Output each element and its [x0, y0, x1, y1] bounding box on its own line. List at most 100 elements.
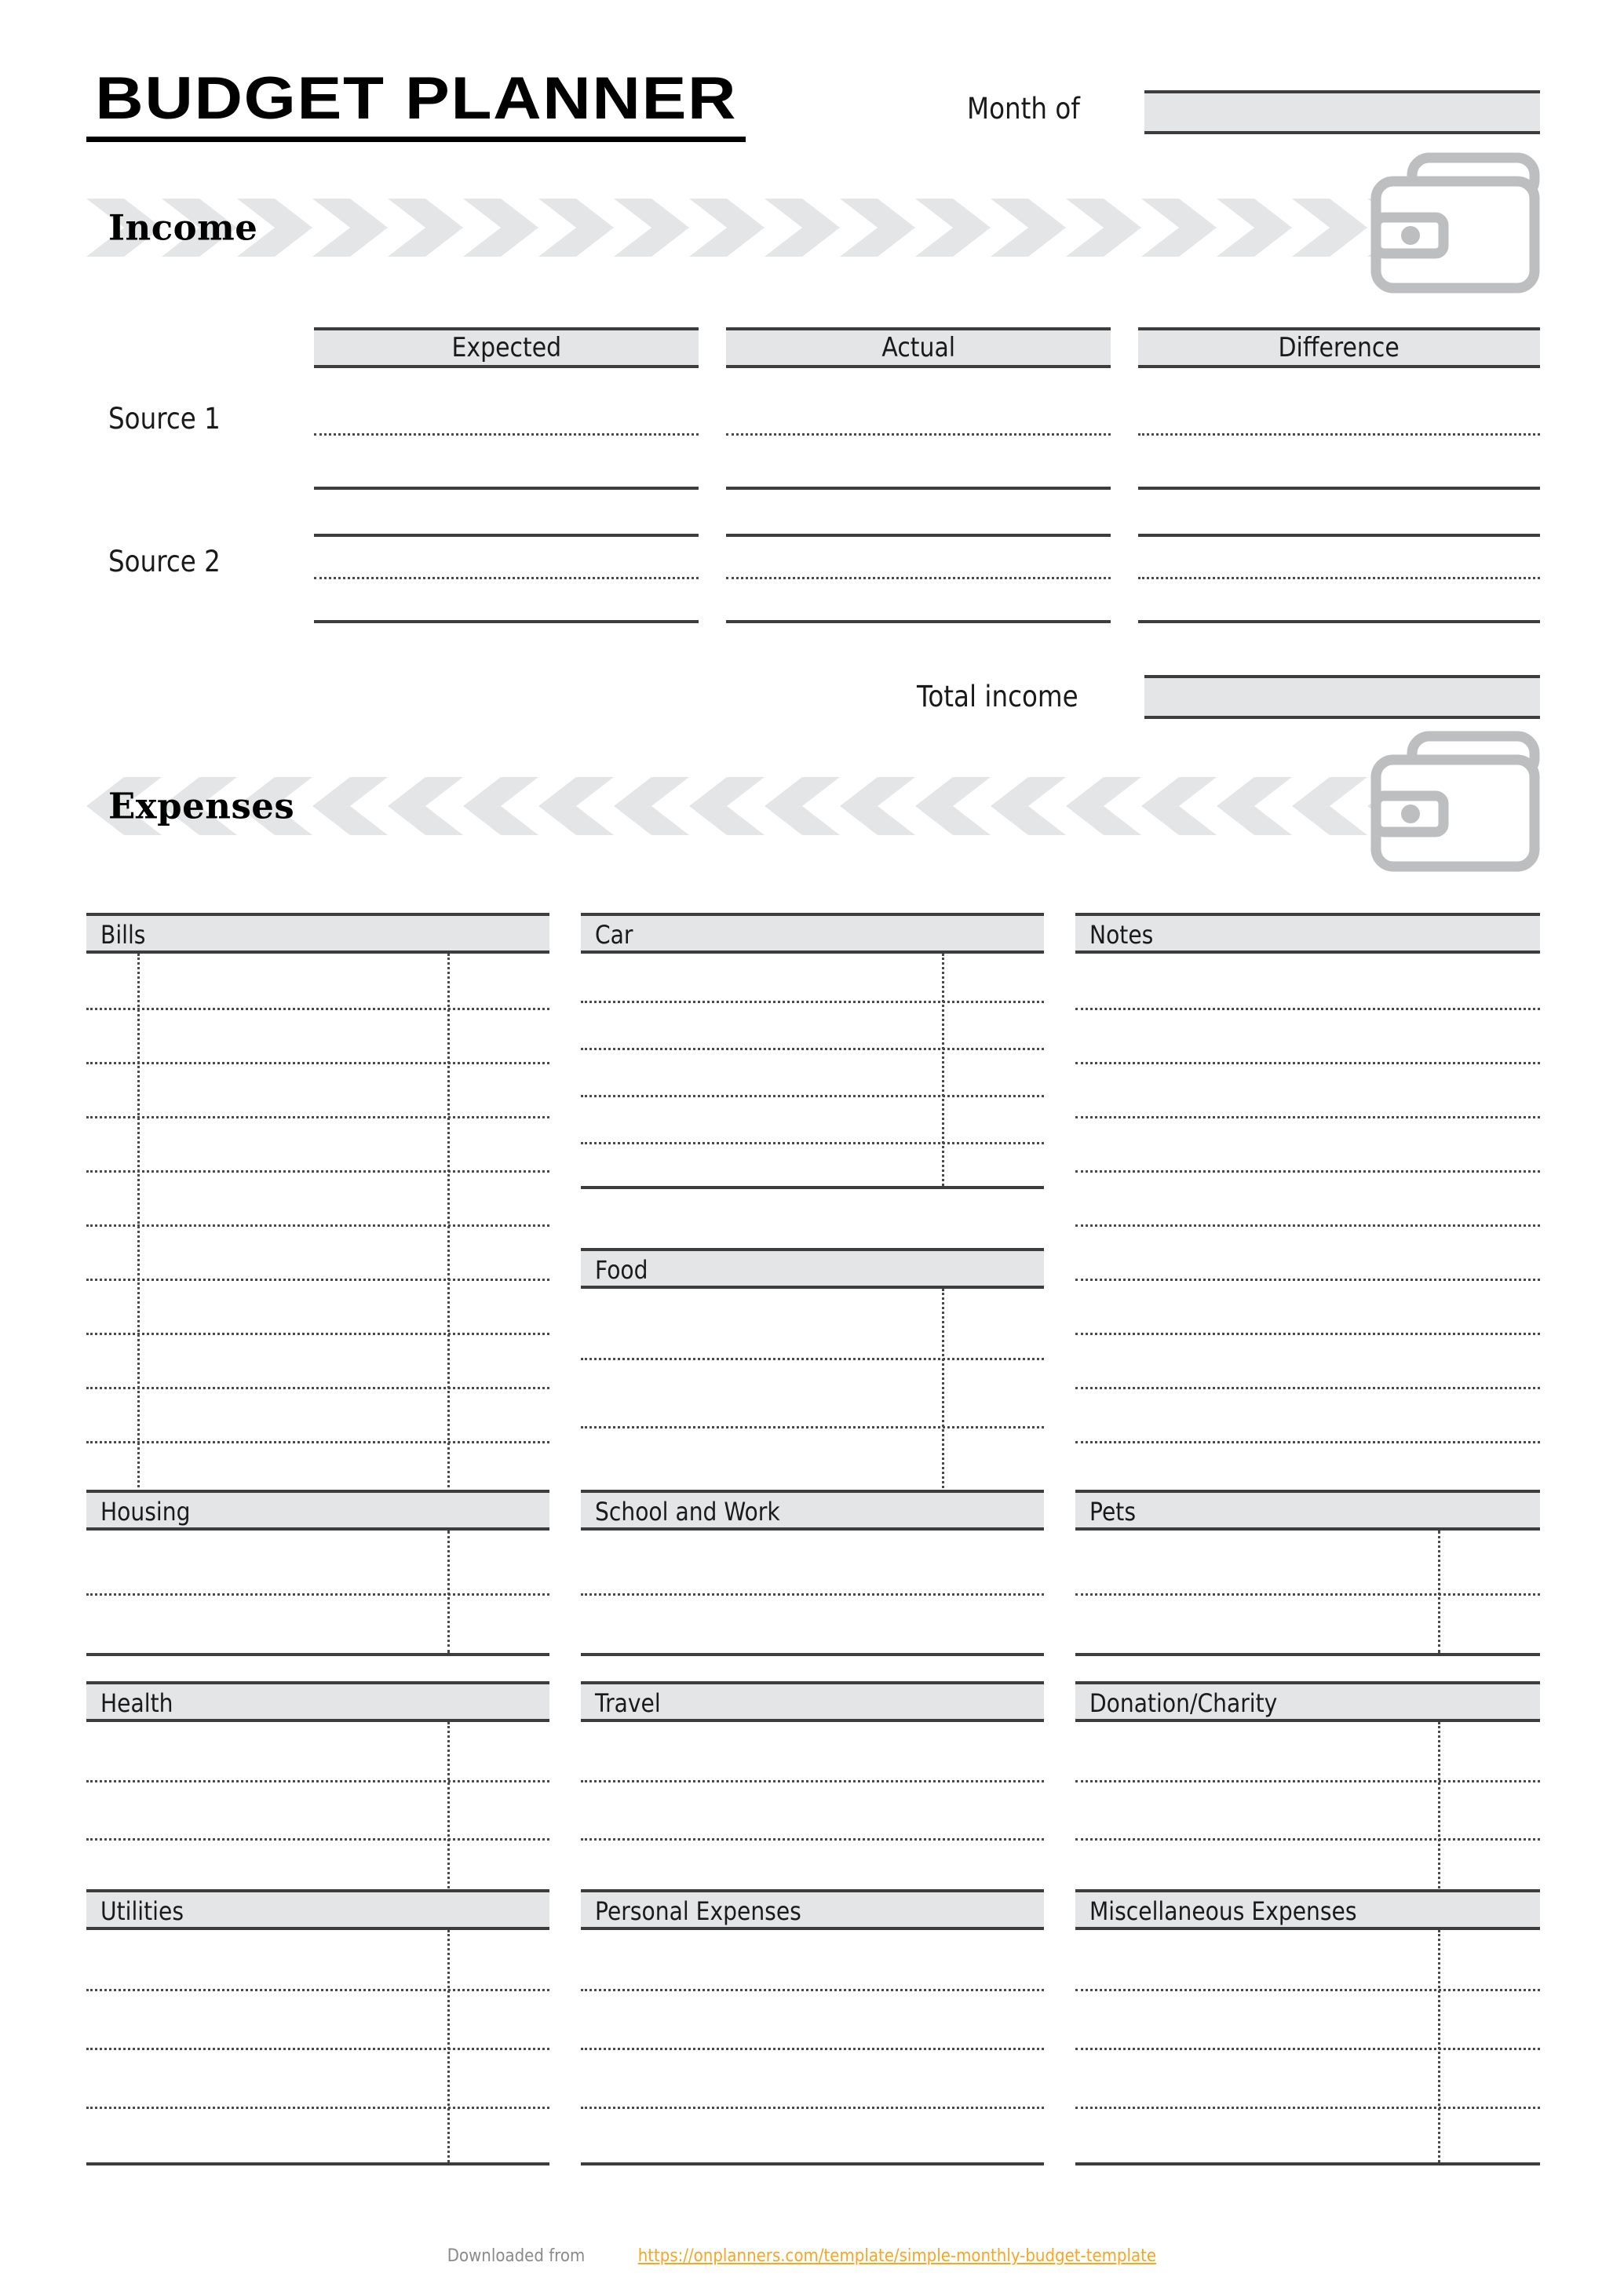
income-row-1-actual-input[interactable]	[726, 487, 1111, 490]
expense-row-line-car-3[interactable]	[581, 1095, 1044, 1097]
page-title: BUDGET PLANNER	[86, 69, 746, 142]
expense-card-body-personal-expenses[interactable]	[581, 1930, 1044, 2165]
expense-row-line-car-4[interactable]	[581, 1142, 1044, 1144]
expense-row-line-miscellaneous-expenses-1[interactable]	[1075, 1989, 1540, 1991]
expense-row-line-school-and-work-1[interactable]	[581, 1593, 1044, 1596]
expense-row-line-car-1[interactable]	[581, 1001, 1044, 1003]
expense-card-body-donation-charity[interactable]	[1075, 1722, 1540, 1896]
expense-card-body-bills[interactable]	[86, 954, 549, 1495]
page-header: BUDGET PLANNER Month of	[0, 0, 1624, 157]
income-row-1b-difference-input[interactable]	[1138, 534, 1540, 537]
expense-row-line-notes-9[interactable]	[1075, 1441, 1540, 1443]
expense-row-line-bills-3[interactable]	[86, 1116, 549, 1118]
expense-row-line-notes-1[interactable]	[1075, 1008, 1540, 1010]
expense-card-header-housing: Housing	[86, 1490, 549, 1531]
expense-row-line-notes-7[interactable]	[1075, 1333, 1540, 1335]
expense-card-body-food[interactable]	[581, 1289, 1044, 1495]
income-row-label-source-2: Source 2	[108, 545, 221, 578]
month-of-input[interactable]	[1144, 90, 1540, 134]
expense-row-line-utilities-3[interactable]	[86, 2107, 549, 2109]
expense-row-line-bills-9[interactable]	[86, 1441, 549, 1443]
expense-row-line-notes-3[interactable]	[1075, 1116, 1540, 1118]
expense-column-divider-housing-1	[447, 1531, 451, 1653]
budget-planner-page: BUDGET PLANNER Month of Income Expected …	[0, 0, 1624, 2295]
expense-row-line-travel-2[interactable]	[581, 1838, 1044, 1841]
income-section-title: Income	[108, 206, 258, 249]
expense-card-body-car[interactable]	[581, 954, 1044, 1189]
expense-row-line-notes-8[interactable]	[1075, 1387, 1540, 1389]
expense-row-line-bills-5[interactable]	[86, 1224, 549, 1227]
expense-row-line-housing-1[interactable]	[86, 1593, 549, 1596]
income-row-1-difference-input[interactable]	[1138, 487, 1540, 490]
income-row-2-actual-input[interactable]	[726, 620, 1111, 623]
expense-row-line-notes-6[interactable]	[1075, 1279, 1540, 1281]
expense-row-line-utilities-1[interactable]	[86, 1989, 549, 1991]
total-income-input[interactable]	[1144, 675, 1540, 719]
expense-card-header-pets: Pets	[1075, 1490, 1540, 1531]
expense-row-line-bills-1[interactable]	[86, 1008, 549, 1010]
expense-card-title-housing: Housing	[100, 1497, 191, 1527]
expense-row-line-food-2[interactable]	[581, 1426, 1044, 1428]
expense-row-line-miscellaneous-expenses-3[interactable]	[1075, 2107, 1540, 2109]
expense-card-title-school-and-work: School and Work	[595, 1497, 780, 1527]
income-row-2-expected-input[interactable]	[314, 620, 699, 623]
expense-card-title-car: Car	[595, 920, 633, 950]
expense-column-divider-bills-2	[447, 954, 451, 1492]
expense-row-line-bills-2[interactable]	[86, 1062, 549, 1064]
expense-row-line-utilities-2[interactable]	[86, 2048, 549, 2050]
expense-column-divider-pets-1	[1437, 1531, 1440, 1653]
expense-row-line-health-1[interactable]	[86, 1780, 549, 1782]
expense-row-line-bills-7[interactable]	[86, 1333, 549, 1335]
expense-card-body-housing[interactable]	[86, 1531, 549, 1656]
expenses-section-band: Expenses	[86, 777, 1443, 835]
wallet-icon	[1370, 152, 1540, 294]
expense-row-line-notes-5[interactable]	[1075, 1224, 1540, 1227]
expense-card-body-travel[interactable]	[581, 1722, 1044, 1896]
expense-row-line-pets-1[interactable]	[1075, 1593, 1540, 1596]
expense-column-divider-donation-charity-1	[1437, 1722, 1440, 1893]
expense-row-line-notes-2[interactable]	[1075, 1062, 1540, 1064]
expense-card-header-bills: Bills	[86, 913, 549, 954]
income-col-header-expected-label: Expected	[451, 332, 561, 363]
expense-card-header-notes: Notes	[1075, 913, 1540, 954]
expense-card-header-miscellaneous-expenses: Miscellaneous Expenses	[1075, 1889, 1540, 1930]
expense-card-header-donation-charity: Donation/Charity	[1075, 1681, 1540, 1722]
expense-column-divider-utilities-1	[447, 1930, 451, 2162]
expense-row-line-personal-expenses-1[interactable]	[581, 1989, 1044, 1991]
expense-card-body-miscellaneous-expenses[interactable]	[1075, 1930, 1540, 2165]
expense-card-title-travel: Travel	[595, 1688, 661, 1718]
expense-row-line-health-2[interactable]	[86, 1838, 549, 1841]
expense-column-divider-car-1	[942, 954, 945, 1186]
expense-row-line-personal-expenses-2[interactable]	[581, 2048, 1044, 2050]
expense-card-header-school-and-work: School and Work	[581, 1490, 1044, 1531]
expense-row-line-bills-8[interactable]	[86, 1387, 549, 1389]
expense-row-line-travel-1[interactable]	[581, 1780, 1044, 1782]
expense-row-line-personal-expenses-3[interactable]	[581, 2107, 1044, 2109]
expense-row-line-donation-charity-2[interactable]	[1075, 1838, 1540, 1841]
income-row-1b-expected-input[interactable]	[314, 534, 699, 537]
income-col-header-difference-label: Difference	[1278, 332, 1400, 363]
income-row-2-difference-input[interactable]	[1138, 620, 1540, 623]
expense-row-line-bills-4[interactable]	[86, 1170, 549, 1173]
expense-card-title-personal-expenses: Personal Expenses	[595, 1896, 801, 1926]
expense-card-body-school-and-work[interactable]	[581, 1531, 1044, 1656]
expense-card-body-utilities[interactable]	[86, 1930, 549, 2165]
expense-card-body-health[interactable]	[86, 1722, 549, 1896]
income-row-1-difference-dotted	[1138, 433, 1540, 436]
income-row-1-actual-dotted	[726, 433, 1111, 436]
expense-row-line-car-2[interactable]	[581, 1048, 1044, 1050]
expense-card-body-notes[interactable]	[1075, 954, 1540, 1495]
expense-row-line-donation-charity-1[interactable]	[1075, 1780, 1540, 1782]
expense-row-line-notes-4[interactable]	[1075, 1170, 1540, 1173]
expense-row-line-miscellaneous-expenses-2[interactable]	[1075, 2048, 1540, 2050]
expense-card-body-pets[interactable]	[1075, 1531, 1540, 1656]
footer-source-link[interactable]: https://onplanners.com/template/simple-m…	[637, 2246, 1155, 2266]
income-row-1b-actual-input[interactable]	[726, 534, 1111, 537]
expense-card-title-bills: Bills	[100, 920, 146, 950]
expense-card-title-pets: Pets	[1089, 1497, 1137, 1527]
expense-row-line-food-1[interactable]	[581, 1358, 1044, 1360]
expense-card-header-food: Food	[581, 1248, 1044, 1289]
expense-column-divider-miscellaneous-expenses-1	[1437, 1930, 1440, 2162]
income-row-1-expected-input[interactable]	[314, 487, 699, 490]
expense-row-line-bills-6[interactable]	[86, 1279, 549, 1281]
